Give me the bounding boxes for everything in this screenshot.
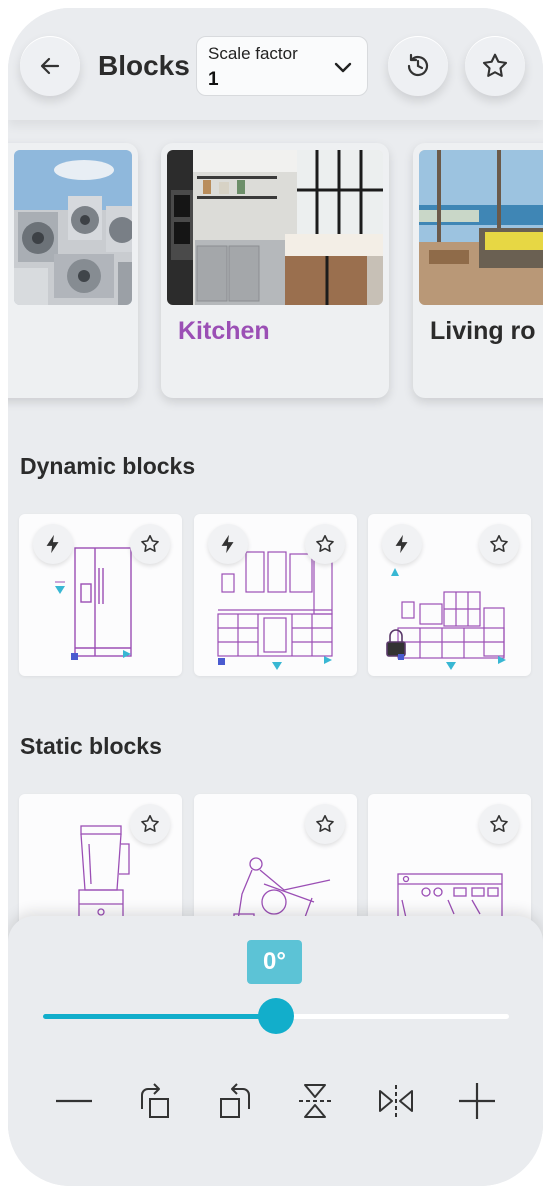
flip-vertical-button[interactable] [290, 1076, 340, 1126]
rotation-slider[interactable] [43, 998, 509, 1034]
category-card-living-room[interactable]: Living ro [413, 143, 543, 398]
favorite-toggle[interactable] [130, 524, 170, 564]
history-icon [407, 53, 429, 77]
rotate-right-icon [141, 1083, 169, 1118]
rotation-slider-fill [43, 1014, 276, 1019]
chevron-down-icon [334, 62, 352, 73]
dynamic-block-refrigerator[interactable] [19, 514, 182, 676]
back-button[interactable] [20, 36, 80, 96]
star-icon [482, 53, 508, 77]
scale-factor-select[interactable]: Scale factor 1 [196, 36, 368, 96]
rotate-right-button[interactable] [131, 1076, 181, 1126]
static-blocks-heading: Static blocks [20, 733, 162, 759]
flip-horizontal-icon [379, 1085, 413, 1117]
scale-factor-label: Scale factor [208, 44, 298, 63]
favorites-button[interactable] [465, 36, 525, 96]
zoom-out-button[interactable] [49, 1076, 99, 1126]
plus-icon [459, 1083, 495, 1119]
minus-icon [56, 1099, 92, 1103]
favorite-toggle[interactable] [305, 524, 345, 564]
star-icon [490, 814, 508, 833]
category-label-living-room: Living ro [430, 317, 536, 345]
dynamic-block-kitchen-cabinets[interactable] [194, 514, 357, 676]
transform-panel: 0° [8, 916, 543, 1186]
app-screen: Blocks Scale factor 1 Kitchen Living ro … [8, 8, 543, 1186]
lightning-icon [221, 534, 234, 554]
lightning-icon [46, 534, 59, 554]
category-card-kitchen[interactable]: Kitchen [161, 143, 389, 398]
page-title: Blocks [98, 50, 190, 81]
flip-vertical-icon [299, 1084, 331, 1118]
outdoor-units-photo [14, 150, 132, 305]
kitchen-photo [167, 150, 383, 305]
living-room-photo [419, 150, 543, 305]
rotation-slider-thumb[interactable] [258, 998, 294, 1034]
category-card-outdoor[interactable] [8, 143, 138, 398]
star-icon [316, 534, 334, 553]
star-icon [141, 814, 159, 833]
favorite-toggle[interactable] [479, 804, 519, 844]
rotation-angle-badge: 0° [247, 940, 302, 984]
rotate-left-icon [220, 1083, 250, 1118]
top-bar: Blocks Scale factor 1 [8, 8, 543, 120]
dynamic-indicator [208, 524, 248, 564]
star-icon [490, 534, 508, 553]
favorite-toggle[interactable] [479, 524, 519, 564]
favorite-toggle[interactable] [130, 804, 170, 844]
dynamic-blocks-heading: Dynamic blocks [20, 453, 196, 479]
arrow-left-icon [40, 57, 60, 75]
dynamic-indicator [382, 524, 422, 564]
dynamic-block-kitchen-layout[interactable] [368, 514, 531, 676]
star-icon [316, 814, 334, 833]
rotate-left-button[interactable] [210, 1076, 260, 1126]
scale-factor-value: 1 [208, 69, 219, 90]
flip-horizontal-button[interactable] [371, 1076, 421, 1126]
favorite-toggle[interactable] [305, 804, 345, 844]
history-button[interactable] [388, 36, 448, 96]
star-icon [141, 534, 159, 553]
dynamic-indicator [33, 524, 73, 564]
lightning-icon [395, 534, 408, 554]
category-label-kitchen: Kitchen [178, 317, 270, 345]
zoom-in-button[interactable] [452, 1076, 502, 1126]
